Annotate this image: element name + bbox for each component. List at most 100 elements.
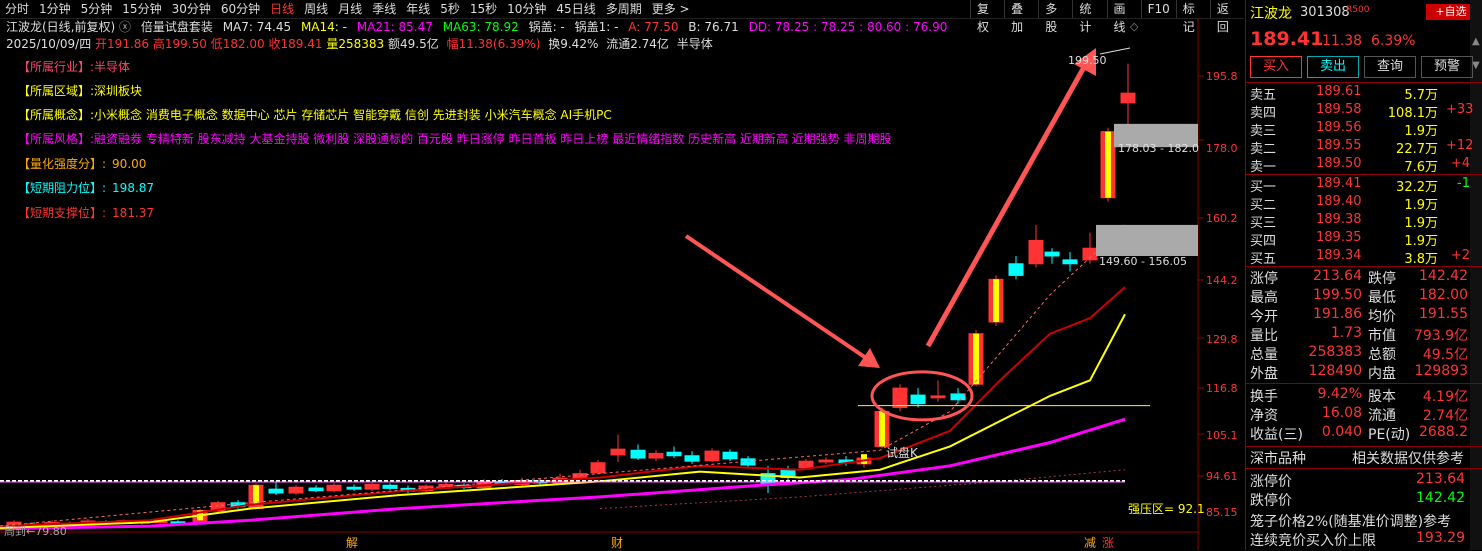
period-tab[interactable]: 日线 (265, 0, 299, 18)
ob-volume: 7.6万 (1404, 160, 1438, 175)
pointer-arrowhead (858, 348, 880, 368)
period-tab[interactable]: 45日线 (551, 0, 600, 18)
float-value: 流通2.74亿 (606, 37, 669, 51)
chevron-up-icon[interactable]: ▲ (1472, 36, 1480, 47)
candle-body (1120, 92, 1136, 104)
ob-delta: +2 (1450, 248, 1470, 263)
collapse-icon[interactable]: ◇ (1130, 20, 1138, 33)
y-axis-tick: 160.2 (1206, 212, 1238, 225)
limit-up-value: 213.64 (1416, 471, 1465, 487)
indicator-name[interactable]: 倍量试盘套装 (141, 20, 213, 34)
tool-button[interactable]: 返回 (1209, 0, 1244, 34)
period-tab[interactable]: 年线 (401, 0, 435, 18)
candle-body (666, 451, 682, 457)
tool-button[interactable]: F10 (1140, 0, 1176, 18)
date-value: 2025/10/09/四 (6, 37, 92, 51)
candle-body (364, 483, 380, 490)
period-tab[interactable]: 15分钟 (117, 0, 166, 18)
candle-body (326, 484, 342, 492)
period-tab[interactable]: 月线 (333, 0, 367, 18)
candle-body (382, 484, 398, 489)
ob-label: 卖四 (1250, 106, 1277, 121)
chevron-down-icon[interactable]: ▼ (1472, 60, 1480, 71)
info-industry-label: 【所属行业】: (18, 60, 95, 74)
ob-price: 189.61 (1316, 84, 1362, 99)
ob-label: 买一 (1250, 180, 1277, 195)
period-tab[interactable]: 周线 (299, 0, 333, 18)
period-tab[interactable]: 季线 (367, 0, 401, 18)
info-concept: 【所属概念】:小米概念 消费电子概念 数据中心 芯片 存储芯片 智能穿戴 信创 … (18, 106, 612, 123)
ma21-value: MA21: 85.47 (356, 20, 433, 34)
add-watchlist-button[interactable]: +自选 (1426, 4, 1476, 20)
chart-canvas (0, 18, 1204, 550)
ob-delta: +12 (1446, 138, 1474, 153)
info-strength-value: 90.00 (112, 157, 147, 171)
period-tab[interactable]: 更多 > (647, 0, 695, 18)
period-tab[interactable]: 5秒 (435, 0, 465, 18)
tool-button[interactable]: 叠加 (1004, 0, 1038, 34)
tool-button[interactable]: 标记 (1175, 0, 1210, 34)
info-resistance-value: 198.87 (112, 181, 155, 195)
stat-label: 净资 (1250, 408, 1278, 424)
ob-price: 189.58 (1316, 102, 1362, 117)
stock-tag: R500 (1346, 5, 1370, 15)
period-tab[interactable]: 30分钟 (167, 0, 216, 18)
y-axis-tick: 105.1 (1206, 429, 1238, 442)
ob-delta: -1 (1457, 176, 1470, 191)
divider (1246, 174, 1482, 175)
ma14-value: MA14: - (300, 20, 347, 34)
stat-value: 191.55 (1419, 306, 1468, 322)
tool-buttons: 复权 叠加 多股 统计 画线 F10 标记 返回 (970, 0, 1244, 34)
kline-chart[interactable]: 江波龙(日线,前复权) ⓧ 倍量试盘套装 MA7: 74.45 MA14: - … (0, 18, 1244, 550)
ob-volume: 3.8万 (1404, 252, 1438, 267)
candle-body (950, 393, 966, 401)
ma7-line (0, 286, 1126, 528)
candle-body (268, 488, 284, 494)
candle-body (704, 450, 720, 462)
divider (1246, 266, 1482, 267)
alert-button[interactable]: 预警 (1421, 56, 1473, 78)
trend-arrow (925, 58, 1091, 348)
ob-price: 189.50 (1316, 156, 1362, 171)
candle-body (1028, 239, 1044, 265)
info-strength-label: 【量化强度分】: (18, 157, 107, 171)
candle-body (288, 486, 304, 494)
candle-body (798, 460, 814, 469)
buy-button[interactable]: 买入 (1250, 56, 1302, 78)
sell-button[interactable]: 卖出 (1307, 56, 1359, 78)
stat-value: 182.00 (1419, 287, 1468, 303)
tool-button[interactable]: 画线 (1106, 0, 1141, 34)
open-value: 开191.86 (95, 37, 150, 51)
period-tab[interactable]: 1分钟 (34, 0, 76, 18)
b-value: B: 76.71 (688, 20, 739, 34)
signal-candle (993, 279, 999, 323)
limit-down-label: 跌停价 (1250, 493, 1292, 509)
period-tab[interactable]: 15秒 (465, 0, 502, 18)
period-tab[interactable]: 分时 (0, 0, 34, 18)
query-button[interactable]: 查询 (1364, 56, 1416, 78)
stat-value: 4.19亿 (1422, 389, 1468, 405)
limit-down-value: 142.42 (1416, 490, 1465, 506)
stat-value: 2688.2 (1419, 424, 1468, 440)
stat-label: 收益(三) (1250, 427, 1303, 443)
period-tab[interactable]: 60分钟 (216, 0, 265, 18)
ob-volume: 1.9万 (1404, 198, 1438, 213)
tool-button[interactable]: 统计 (1072, 0, 1106, 34)
y-axis-tick: 195.8 (1206, 70, 1238, 83)
close-icon[interactable]: ⓧ (119, 20, 131, 34)
tool-button[interactable]: 多股 (1038, 0, 1072, 34)
change-value: 幅11.38(6.39%) (446, 37, 541, 51)
period-tab[interactable]: 多周期 (601, 0, 647, 18)
info-resistance-label: 【短期阻力位】: (18, 181, 107, 195)
candle-body (818, 459, 834, 463)
period-tab[interactable]: 10分钟 (502, 0, 551, 18)
info-style-label: 【所属风格】: (18, 132, 95, 146)
price-change: 11.38 (1322, 33, 1363, 49)
stock-code: 301308 (1300, 5, 1350, 20)
period-tab[interactable]: 5分钟 (76, 0, 118, 18)
dd-value: DD: 78.25 : 78.25 : 80.60 : 76.90 (748, 20, 948, 34)
ma63-value: MA63: 78.92 (442, 20, 519, 34)
ma-dotted-line (599, 469, 1126, 510)
market-note: 相关数据仅供参考 (1352, 451, 1464, 467)
tool-button[interactable]: 复权 (970, 0, 1004, 34)
